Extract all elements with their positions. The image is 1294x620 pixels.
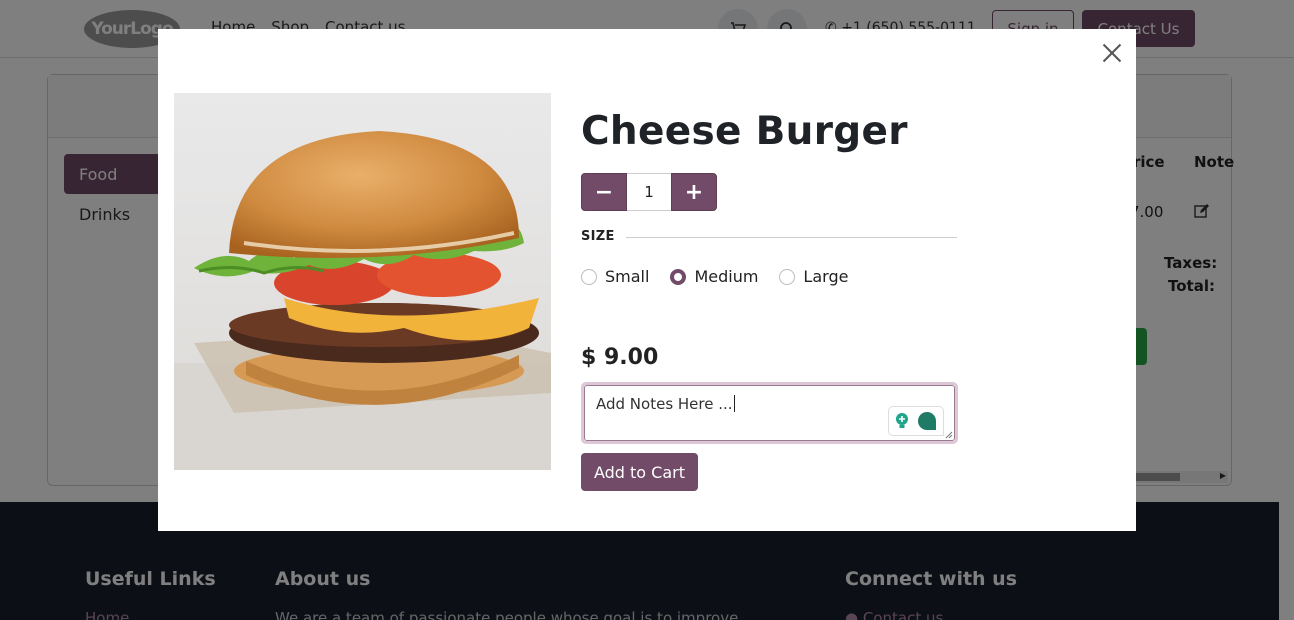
chat-bubble-icon[interactable] [915, 410, 939, 432]
radio-medium[interactable] [670, 268, 687, 285]
radio-large[interactable] [779, 268, 796, 285]
size-option-small[interactable]: Small [581, 267, 649, 286]
size-label-large: Large [803, 267, 849, 286]
size-heading: SIZE [581, 229, 615, 244]
close-icon[interactable] [1101, 42, 1123, 64]
product-modal: Cheese Burger − 1 + SIZE Small Medium La… [158, 29, 1136, 531]
size-option-medium[interactable]: Medium [670, 267, 758, 286]
size-label-small: Small [605, 267, 650, 286]
lightbulb-icon[interactable] [893, 412, 911, 430]
size-label-medium: Medium [694, 267, 759, 286]
size-divider [626, 237, 957, 238]
increase-quantity-button[interactable]: + [671, 173, 717, 211]
notes-field[interactable]: Add Notes Here ... [584, 385, 955, 441]
product-title: Cheese Burger [581, 109, 908, 154]
resize-handle-icon[interactable] [945, 431, 953, 439]
writing-assistant-widget[interactable] [888, 406, 944, 436]
product-image [174, 93, 551, 470]
radio-small[interactable] [581, 268, 597, 285]
text-caret [733, 395, 735, 412]
notes-textarea[interactable]: Add Notes Here ... [581, 382, 958, 444]
quantity-input[interactable]: 1 [627, 173, 671, 211]
size-option-large[interactable]: Large [779, 267, 848, 286]
decrease-quantity-button[interactable]: − [581, 173, 627, 211]
size-options: Small Medium Large [581, 267, 869, 286]
quantity-stepper: − 1 + [581, 173, 717, 211]
add-to-cart-button[interactable]: Add to Cart [581, 453, 698, 491]
product-price: $ 9.00 [581, 345, 659, 370]
notes-text: Add Notes Here ... [596, 395, 733, 413]
